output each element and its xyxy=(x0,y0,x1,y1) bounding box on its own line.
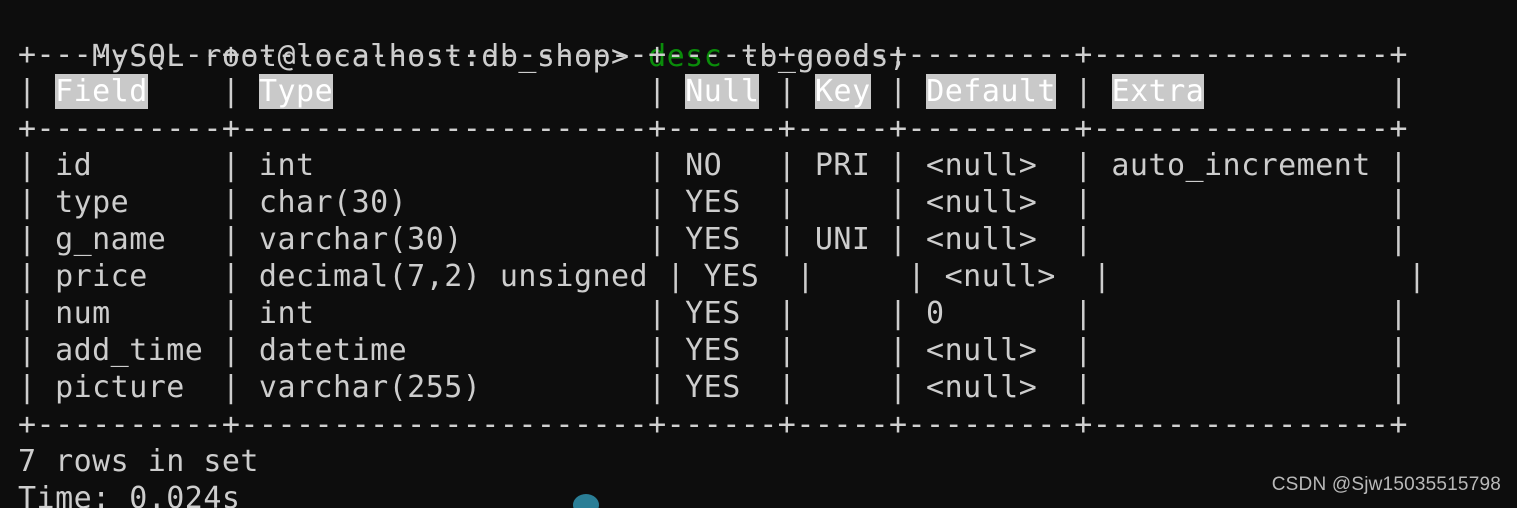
table-row: | picture | varchar(255) | YES | | <null… xyxy=(18,370,1408,405)
table-column-divider: | xyxy=(889,74,927,109)
table-header-cell-field: Field xyxy=(55,74,148,109)
prompt-line: MySQL root@localhost:db_shop> desc tb_go… xyxy=(18,1,908,74)
table-header-cell-type: Type xyxy=(258,74,334,109)
query-time-status: Time: 0.024s xyxy=(18,481,241,508)
table-column-divider: | xyxy=(1074,74,1112,109)
table-header-cell-padding xyxy=(1056,74,1075,109)
cursor-blob xyxy=(573,494,599,508)
table-row: | num | int | YES | | 0 | | xyxy=(18,296,1408,331)
table-column-divider: | xyxy=(1389,74,1409,109)
watermark: CSDN @Sjw15035515798 xyxy=(1271,474,1501,495)
table-separator-bottom: +----------+----------------------+-----… xyxy=(18,407,1408,442)
table-header-cell-null: Null xyxy=(685,74,760,109)
table-row: | type | char(30) | YES | | <null> | | xyxy=(18,185,1408,220)
table-row: | add_time | datetime | YES | | <null> |… xyxy=(18,333,1408,368)
table-header-row: | Field | Type | Null | Key | Default | … xyxy=(18,73,1408,110)
table-separator-top: +----------+----------------------+-----… xyxy=(18,37,1408,72)
table-header-cell-padding xyxy=(333,74,648,109)
table-column-divider: | xyxy=(221,74,259,109)
table-row: | g_name | varchar(30) | YES | UNI | <nu… xyxy=(18,222,1408,257)
table-row: | price | decimal(7,2) unsigned | YES | … xyxy=(18,259,1427,294)
table-header-cell-padding xyxy=(1204,74,1389,109)
table-header-cell-key: Key xyxy=(815,74,871,109)
row-count-status: 7 rows in set xyxy=(18,444,259,479)
terminal-window: MySQL root@localhost:db_shop> desc tb_go… xyxy=(0,0,1517,508)
table-column-divider: | xyxy=(648,74,686,109)
table-header-cell-padding xyxy=(759,74,778,109)
table-header-cell-extra: Extra xyxy=(1111,74,1205,109)
table-header-cell-padding xyxy=(871,74,890,109)
table-separator-header: +----------+----------------------+-----… xyxy=(18,111,1408,146)
table-column-divider: | xyxy=(777,74,815,109)
table-header-cell-default: Default xyxy=(926,74,1056,109)
table-header-cell-padding xyxy=(148,74,222,109)
table-column-divider: | xyxy=(18,74,56,109)
table-row: | id | int | NO | PRI | <null> | auto_in… xyxy=(18,148,1408,183)
